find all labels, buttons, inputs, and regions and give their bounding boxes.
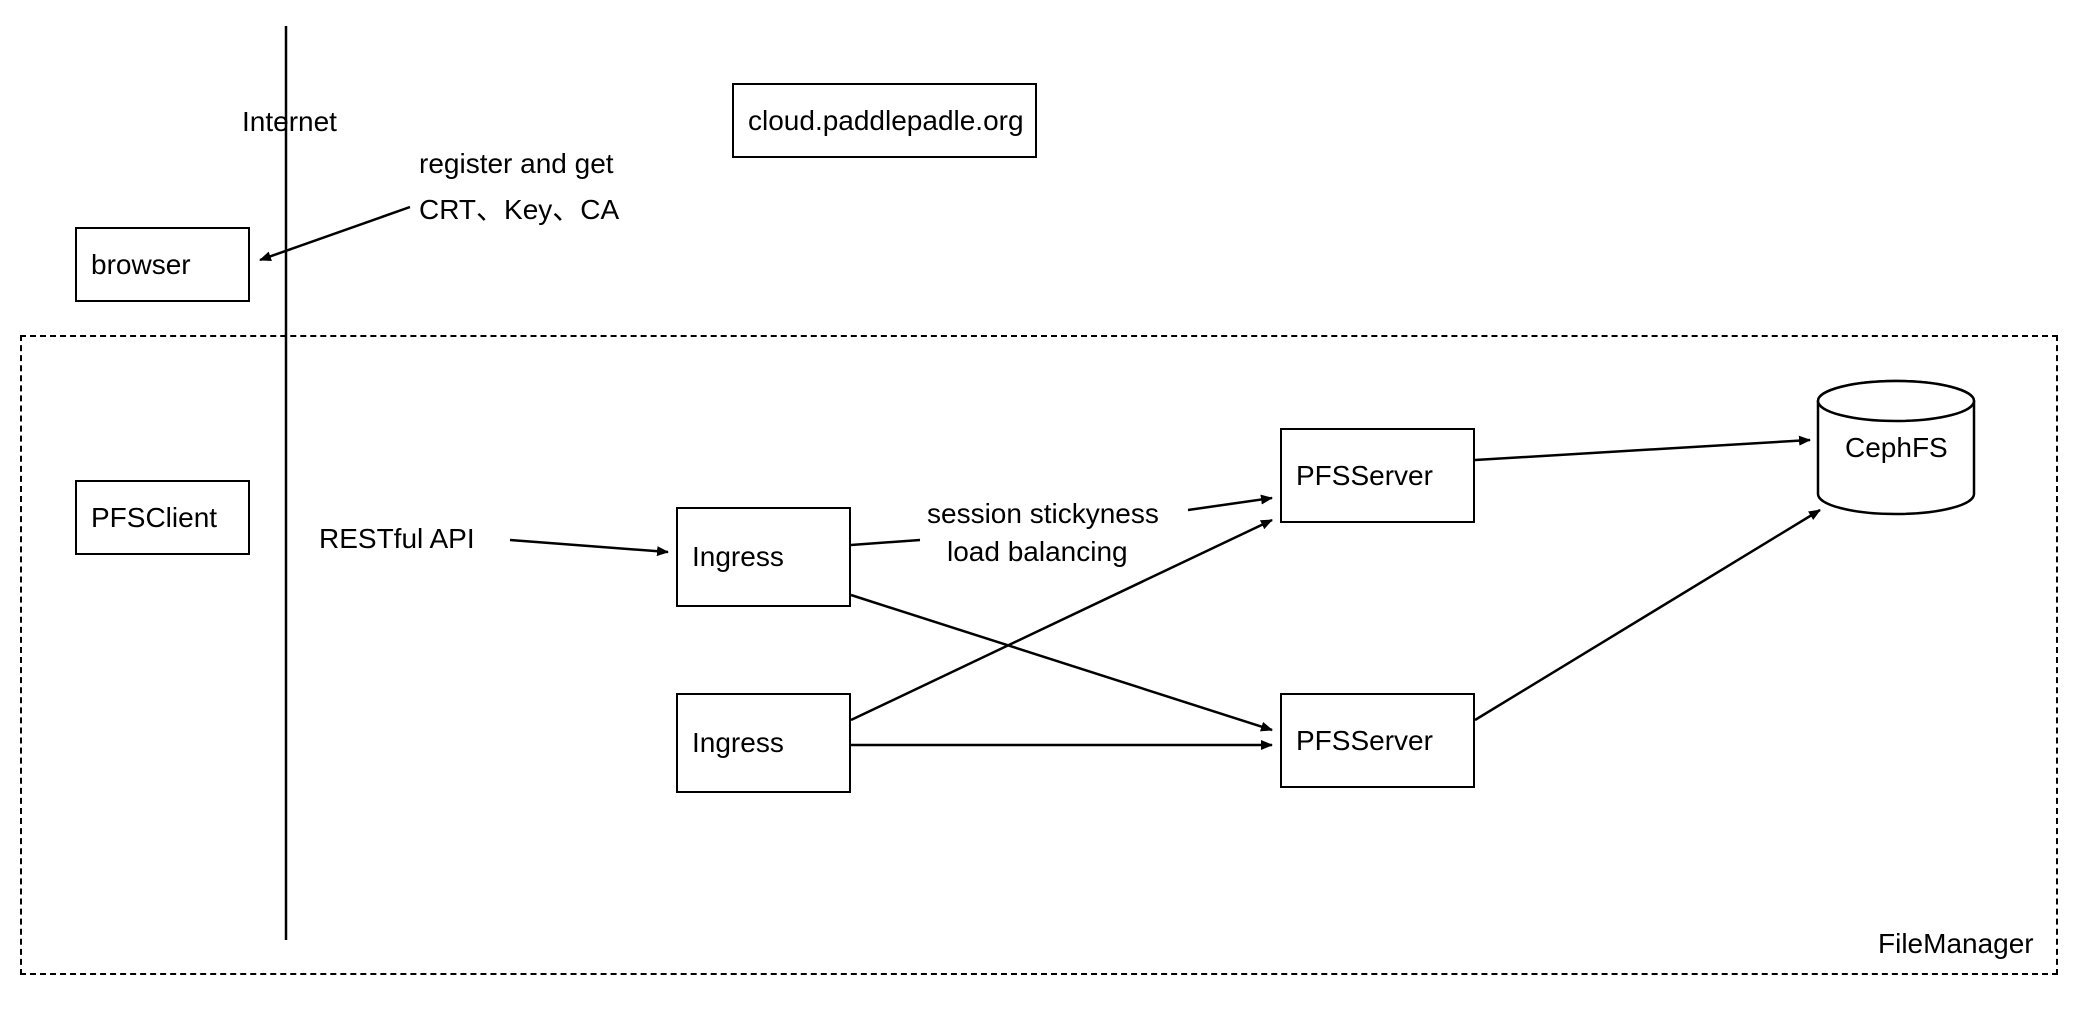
internet-label: Internet	[242, 106, 337, 138]
restful-label: RESTful API	[319, 523, 475, 555]
register1-label: register and get	[419, 148, 614, 180]
filemanager-label: FileManager	[1878, 928, 2034, 960]
cephfs-text: CephFS	[1845, 432, 1948, 464]
pfsserver1-box: PFSServer	[1280, 428, 1475, 523]
pfsserver2-box: PFSServer	[1280, 693, 1475, 788]
ingress1-box: Ingress	[676, 507, 851, 607]
pfsserver2-text: PFSServer	[1296, 725, 1433, 757]
pfsserver1-text: PFSServer	[1296, 460, 1433, 492]
register2-label: CRT、Key、CA	[419, 188, 619, 228]
cloud-box: cloud.paddlepadle.org	[732, 83, 1037, 158]
pfsclient-text: PFSClient	[91, 502, 217, 534]
ingress2-box: Ingress	[676, 693, 851, 793]
pfsclient-box: PFSClient	[75, 480, 250, 555]
browser-text: browser	[91, 249, 191, 281]
ingress2-text: Ingress	[692, 727, 784, 759]
diagram-canvas: FileManager browser cloud.paddlepadle.or…	[0, 0, 2082, 1010]
session2-label: load balancing	[947, 536, 1128, 568]
ingress1-text: Ingress	[692, 541, 784, 573]
session1-label: session stickyness	[927, 498, 1159, 530]
cloud-text: cloud.paddlepadle.org	[748, 105, 1024, 137]
browser-box: browser	[75, 227, 250, 302]
filemanager-container	[20, 335, 2058, 975]
